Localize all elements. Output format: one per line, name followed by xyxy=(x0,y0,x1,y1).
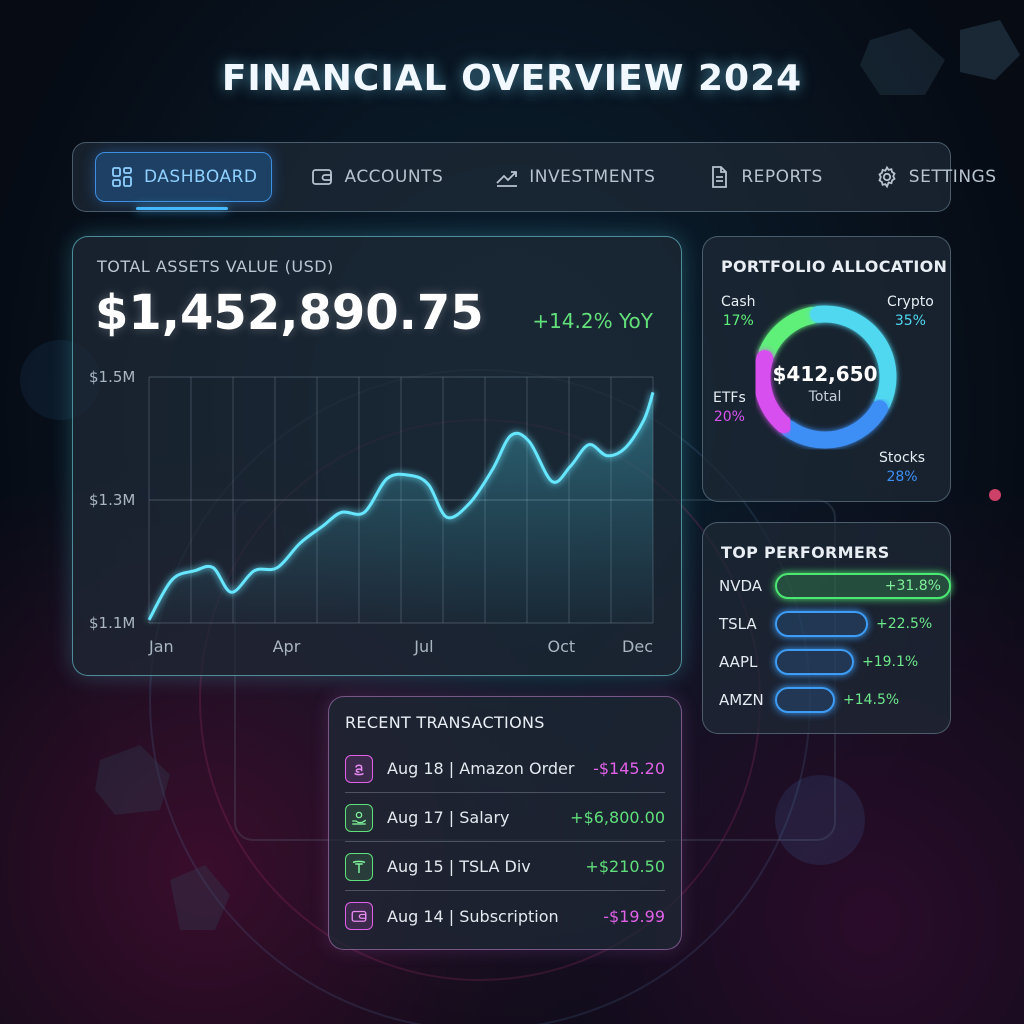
performer-ticker: NVDA xyxy=(719,577,763,595)
x-tick-label: Jul xyxy=(413,637,433,656)
transaction-amount: +$210.50 xyxy=(585,857,665,876)
tab-dashboard-label: DASHBOARD xyxy=(144,167,258,187)
tab-settings[interactable]: SETTINGS xyxy=(861,152,1011,202)
alloc-label-stocks: Stocks 28% xyxy=(879,449,925,487)
portfolio-total-label: Total xyxy=(808,389,842,405)
transaction-row[interactable]: Aug 14 | Subscription -$19.99 xyxy=(345,892,665,940)
active-tab-indicator xyxy=(136,207,228,210)
tab-accounts[interactable]: ACCOUNTS xyxy=(296,152,457,202)
tab-reports[interactable]: REPORTS xyxy=(693,152,836,202)
performer-bar xyxy=(775,687,835,713)
tab-accounts-label: ACCOUNTS xyxy=(344,167,444,187)
salary-hand-icon xyxy=(345,803,373,832)
top-performers-title: TOP PERFORMERS xyxy=(721,543,890,562)
tesla-icon xyxy=(345,852,373,881)
x-tick-label: Dec xyxy=(622,637,653,656)
alloc-name-stocks: Stocks xyxy=(879,450,926,466)
x-tick-label: Apr xyxy=(273,637,301,656)
x-tick-label: Oct xyxy=(548,637,576,656)
total-assets-panel: TOTAL ASSETS VALUE (USD) $1,452,890.75 +… xyxy=(72,236,682,676)
y-tick-label: $1.5M xyxy=(89,368,135,386)
alloc-pct-crypto: 35% xyxy=(894,313,926,329)
transaction-description: Aug 14 | Subscription xyxy=(387,906,559,926)
performer-row[interactable]: NVDA +31.8% xyxy=(719,571,951,601)
alloc-pct-etfs: 20% xyxy=(713,409,745,425)
y-tick-label: $1.1M xyxy=(89,614,135,632)
y-tick-label: $1.3M xyxy=(89,491,135,509)
transaction-amount: -$19.99 xyxy=(603,906,665,926)
transaction-description: Aug 15 | TSLA Div xyxy=(387,857,531,876)
page-title: FINANCIAL OVERVIEW 2024 xyxy=(221,58,803,99)
tab-investments-label: INVESTMENTS xyxy=(529,167,656,187)
alloc-name-etfs: ETFs xyxy=(713,390,746,406)
wallet-icon xyxy=(312,169,333,185)
alloc-pct-cash: 17% xyxy=(722,313,754,329)
performer-bar xyxy=(775,649,854,675)
donut-slice-stocks[interactable] xyxy=(780,400,888,449)
performer-row[interactable]: AAPL +19.1% xyxy=(719,647,918,677)
wallet-icon xyxy=(345,902,373,930)
performer-bar xyxy=(775,611,868,637)
portfolio-total-value: $412,650 xyxy=(772,362,878,386)
donut-slice-cash[interactable] xyxy=(758,306,821,361)
top-performers-panel: TOP PERFORMERS NVDA +31.8% TSLA +22.5% AAPL +… xyxy=(702,522,951,734)
document-icon xyxy=(712,166,728,188)
transactions-title: RECENT TRANSACTIONS xyxy=(345,713,545,732)
amazon-icon xyxy=(345,754,373,783)
transaction-description: Aug 17 | Salary xyxy=(387,808,510,827)
top-nav: DASHBOARD ACCOUNTS INVESTMENTS REPORTS S… xyxy=(72,142,996,212)
asset-line-chart: $1.5M $1.3M $1.1M Jan Apr Jul Oct Dec xyxy=(89,368,655,656)
transaction-row[interactable]: Aug 17 | Salary +$6,800.00 xyxy=(345,794,665,842)
performer-change: +22.5% xyxy=(876,616,933,632)
alloc-label-crypto: Crypto 35% xyxy=(887,293,934,331)
transaction-amount: -$145.20 xyxy=(593,759,665,778)
alloc-label-cash: Cash 17% xyxy=(721,293,756,331)
transaction-amount: +$6,800.00 xyxy=(570,808,665,827)
performer-change: +31.8% xyxy=(884,578,941,594)
performer-row[interactable]: TSLA +22.5% xyxy=(719,609,932,639)
performer-ticker: AMZN xyxy=(719,691,764,709)
dashboard-grid-icon xyxy=(112,167,132,187)
transaction-description: Aug 18 | Amazon Order xyxy=(387,759,575,778)
transaction-row[interactable]: Aug 18 | Amazon Order -$145.20 xyxy=(345,745,665,793)
tab-dashboard[interactable]: DASHBOARD xyxy=(95,152,273,202)
alloc-pct-stocks: 28% xyxy=(886,469,918,485)
performer-change: +14.5% xyxy=(843,692,900,708)
performer-change: +19.1% xyxy=(862,654,919,670)
alloc-label-etfs: ETFs 20% xyxy=(713,389,746,427)
alloc-name-cash: Cash xyxy=(721,294,756,310)
transaction-row[interactable]: Aug 15 | TSLA Div +$210.50 xyxy=(345,843,665,891)
performer-bar: +31.8% xyxy=(775,573,951,599)
tab-reports-label: REPORTS xyxy=(741,167,823,187)
tab-investments[interactable]: INVESTMENTS xyxy=(481,152,669,202)
performer-ticker: AAPL xyxy=(719,653,758,671)
trend-up-icon xyxy=(496,171,518,187)
performer-row[interactable]: AMZN +14.5% xyxy=(719,685,899,715)
recent-transactions-panel: RECENT TRANSACTIONS Aug 18 | Amazon Orde… xyxy=(328,696,682,950)
x-tick-label: Jan xyxy=(148,637,174,656)
gear-icon xyxy=(878,165,896,189)
performer-ticker: TSLA xyxy=(719,615,757,633)
tab-settings-label: SETTINGS xyxy=(908,167,997,187)
portfolio-allocation-panel: PORTFOLIO ALLOCATION Cash 17% Crypto 35%… xyxy=(702,236,951,502)
alloc-name-crypto: Crypto xyxy=(887,294,934,310)
